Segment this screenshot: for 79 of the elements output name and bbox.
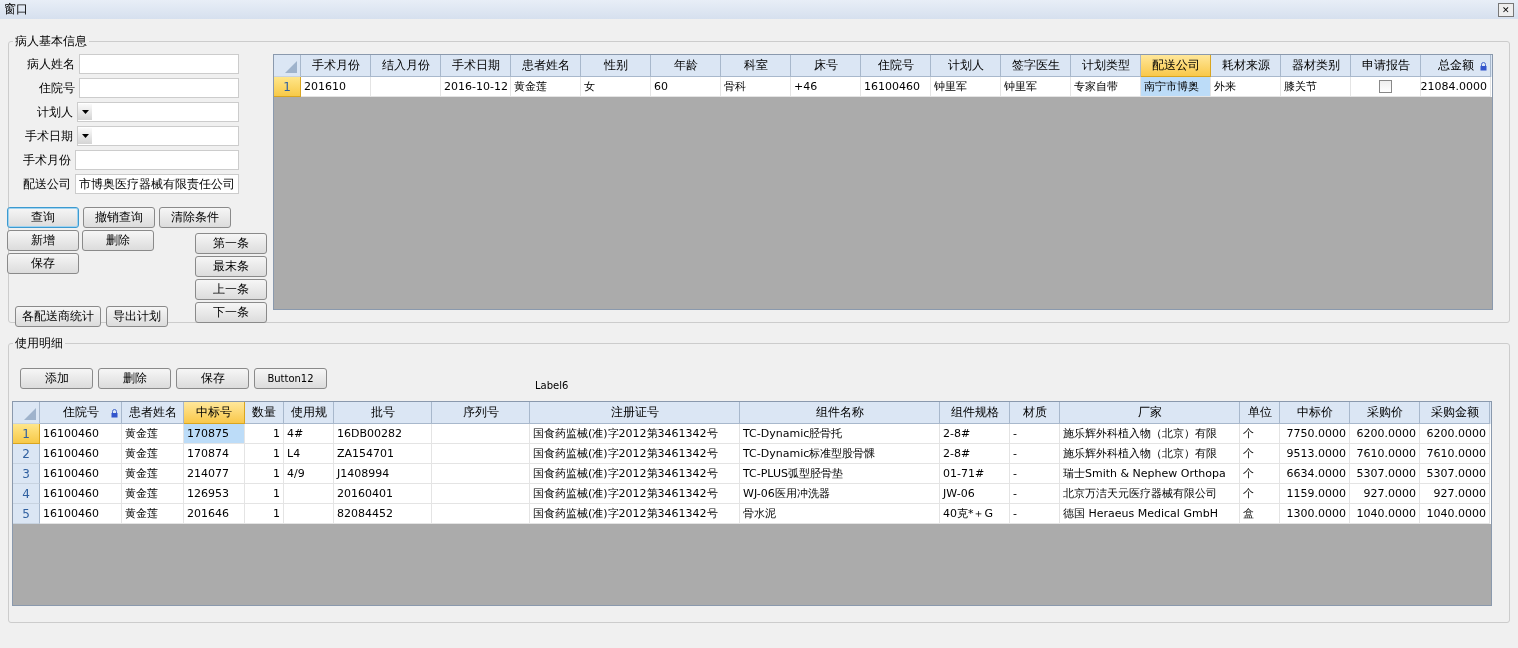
table-cell: 40克*＋G bbox=[940, 504, 1010, 524]
table-cell: 201646 bbox=[184, 504, 245, 524]
input-field[interactable] bbox=[79, 54, 239, 74]
action-button[interactable]: 新增 bbox=[7, 230, 79, 251]
table-cell: 2016-10-12 bbox=[441, 77, 511, 97]
table-cell: 国食药监械(准)字2012第3461342号 bbox=[530, 504, 740, 524]
table-cell bbox=[284, 504, 334, 524]
action-button[interactable]: 导出计划 bbox=[106, 306, 168, 327]
toolbar-button[interactable]: Button12 bbox=[254, 368, 327, 389]
table-cell: 16100460 bbox=[40, 504, 122, 524]
table-cell: 钟里军 bbox=[1001, 77, 1071, 97]
toolbar-button[interactable]: 添加 bbox=[20, 368, 93, 389]
row-header[interactable]: 4 bbox=[13, 484, 40, 504]
field-label: 住院号 bbox=[39, 79, 75, 97]
table-cell: 60 bbox=[651, 77, 721, 97]
table-cell: 南宁市博奥 bbox=[1141, 77, 1211, 97]
field-label: 手术月份 bbox=[23, 151, 71, 169]
table-cell: 黄金莲 bbox=[122, 504, 184, 524]
table-cell: 1 bbox=[245, 504, 284, 524]
field-label: 病人姓名 bbox=[27, 55, 75, 73]
triangle-icon bbox=[24, 408, 36, 420]
lock-icon bbox=[1480, 62, 1487, 71]
field-label: 计划人 bbox=[37, 103, 73, 121]
caret-icon[interactable] bbox=[78, 128, 92, 144]
table-cell: 外来 bbox=[1211, 77, 1281, 97]
table-cell: 盒 bbox=[1240, 504, 1280, 524]
nav-button[interactable]: 上一条 bbox=[195, 279, 267, 300]
field-label: 手术日期 bbox=[25, 127, 73, 145]
table-cell: 82084452 bbox=[334, 504, 432, 524]
action-button[interactable]: 各配送商统计 bbox=[15, 306, 101, 327]
column-header[interactable]: 中标号 bbox=[184, 402, 245, 424]
table-cell: 钟里军 bbox=[931, 77, 1001, 97]
table-cell bbox=[371, 77, 441, 97]
table-cell: 膝关节 bbox=[1281, 77, 1351, 97]
row-header[interactable]: 5 bbox=[13, 504, 40, 524]
table-cell: 170875 bbox=[184, 424, 245, 444]
table-cell: 德国 Heraeus Medical GmbH bbox=[1060, 504, 1240, 524]
input-field[interactable] bbox=[75, 150, 239, 170]
table-cell: 骨水泥 bbox=[740, 504, 940, 524]
toolbar-button[interactable]: 删除 bbox=[98, 368, 171, 389]
nav-button[interactable]: 最末条 bbox=[195, 256, 267, 277]
input-field[interactable] bbox=[79, 78, 239, 98]
table-cell: 1300.0000 bbox=[1280, 504, 1350, 524]
field-label: 配送公司 bbox=[23, 175, 71, 193]
close-button[interactable]: ✕ bbox=[1498, 2, 1514, 17]
table-cell: 女 bbox=[581, 77, 651, 97]
table-cell: - bbox=[1010, 504, 1060, 524]
lock-icon bbox=[111, 409, 118, 418]
toolbar-button[interactable]: 保存 bbox=[176, 368, 249, 389]
action-button[interactable]: 清除条件 bbox=[159, 207, 231, 228]
window-title: 窗口 bbox=[4, 1, 28, 18]
table-cell: 21084.0000 bbox=[1421, 77, 1491, 97]
dropdown-field[interactable] bbox=[77, 126, 239, 146]
column-header[interactable]: 配送公司 bbox=[1141, 55, 1211, 77]
row-header[interactable]: 1 bbox=[13, 424, 40, 444]
input-field[interactable]: 市博奥医疗器械有限责任公司 bbox=[75, 174, 239, 194]
action-button[interactable]: 撤销查询 bbox=[83, 207, 155, 228]
action-button[interactable]: 删除 bbox=[82, 230, 154, 251]
checkbox[interactable] bbox=[1379, 80, 1392, 93]
group-title: 病人基本信息 bbox=[14, 33, 88, 50]
row-header[interactable]: 3 bbox=[13, 464, 40, 484]
label-text: Label6 bbox=[535, 380, 569, 391]
caret-icon[interactable] bbox=[78, 104, 92, 120]
row-header[interactable]: 1 bbox=[274, 77, 301, 97]
nav-button[interactable]: 第一条 bbox=[195, 233, 267, 254]
table-cell: 黄金莲 bbox=[511, 77, 581, 97]
triangle-icon bbox=[285, 61, 297, 73]
row-header[interactable]: 2 bbox=[13, 444, 40, 464]
table-cell: 16100460 bbox=[861, 77, 931, 97]
group-title: 使用明细 bbox=[14, 335, 64, 352]
nav-button[interactable]: 下一条 bbox=[195, 302, 267, 323]
action-button[interactable]: 查询 bbox=[7, 207, 79, 228]
table-cell: 1040.0000 bbox=[1420, 504, 1490, 524]
table-cell: 1040.0000 bbox=[1350, 504, 1420, 524]
table-cell: 骨科 bbox=[721, 77, 791, 97]
table-cell: +46 bbox=[791, 77, 861, 97]
action-button[interactable]: 保存 bbox=[7, 253, 79, 274]
table-cell: 201610 bbox=[301, 77, 371, 97]
dropdown-field[interactable] bbox=[77, 102, 239, 122]
